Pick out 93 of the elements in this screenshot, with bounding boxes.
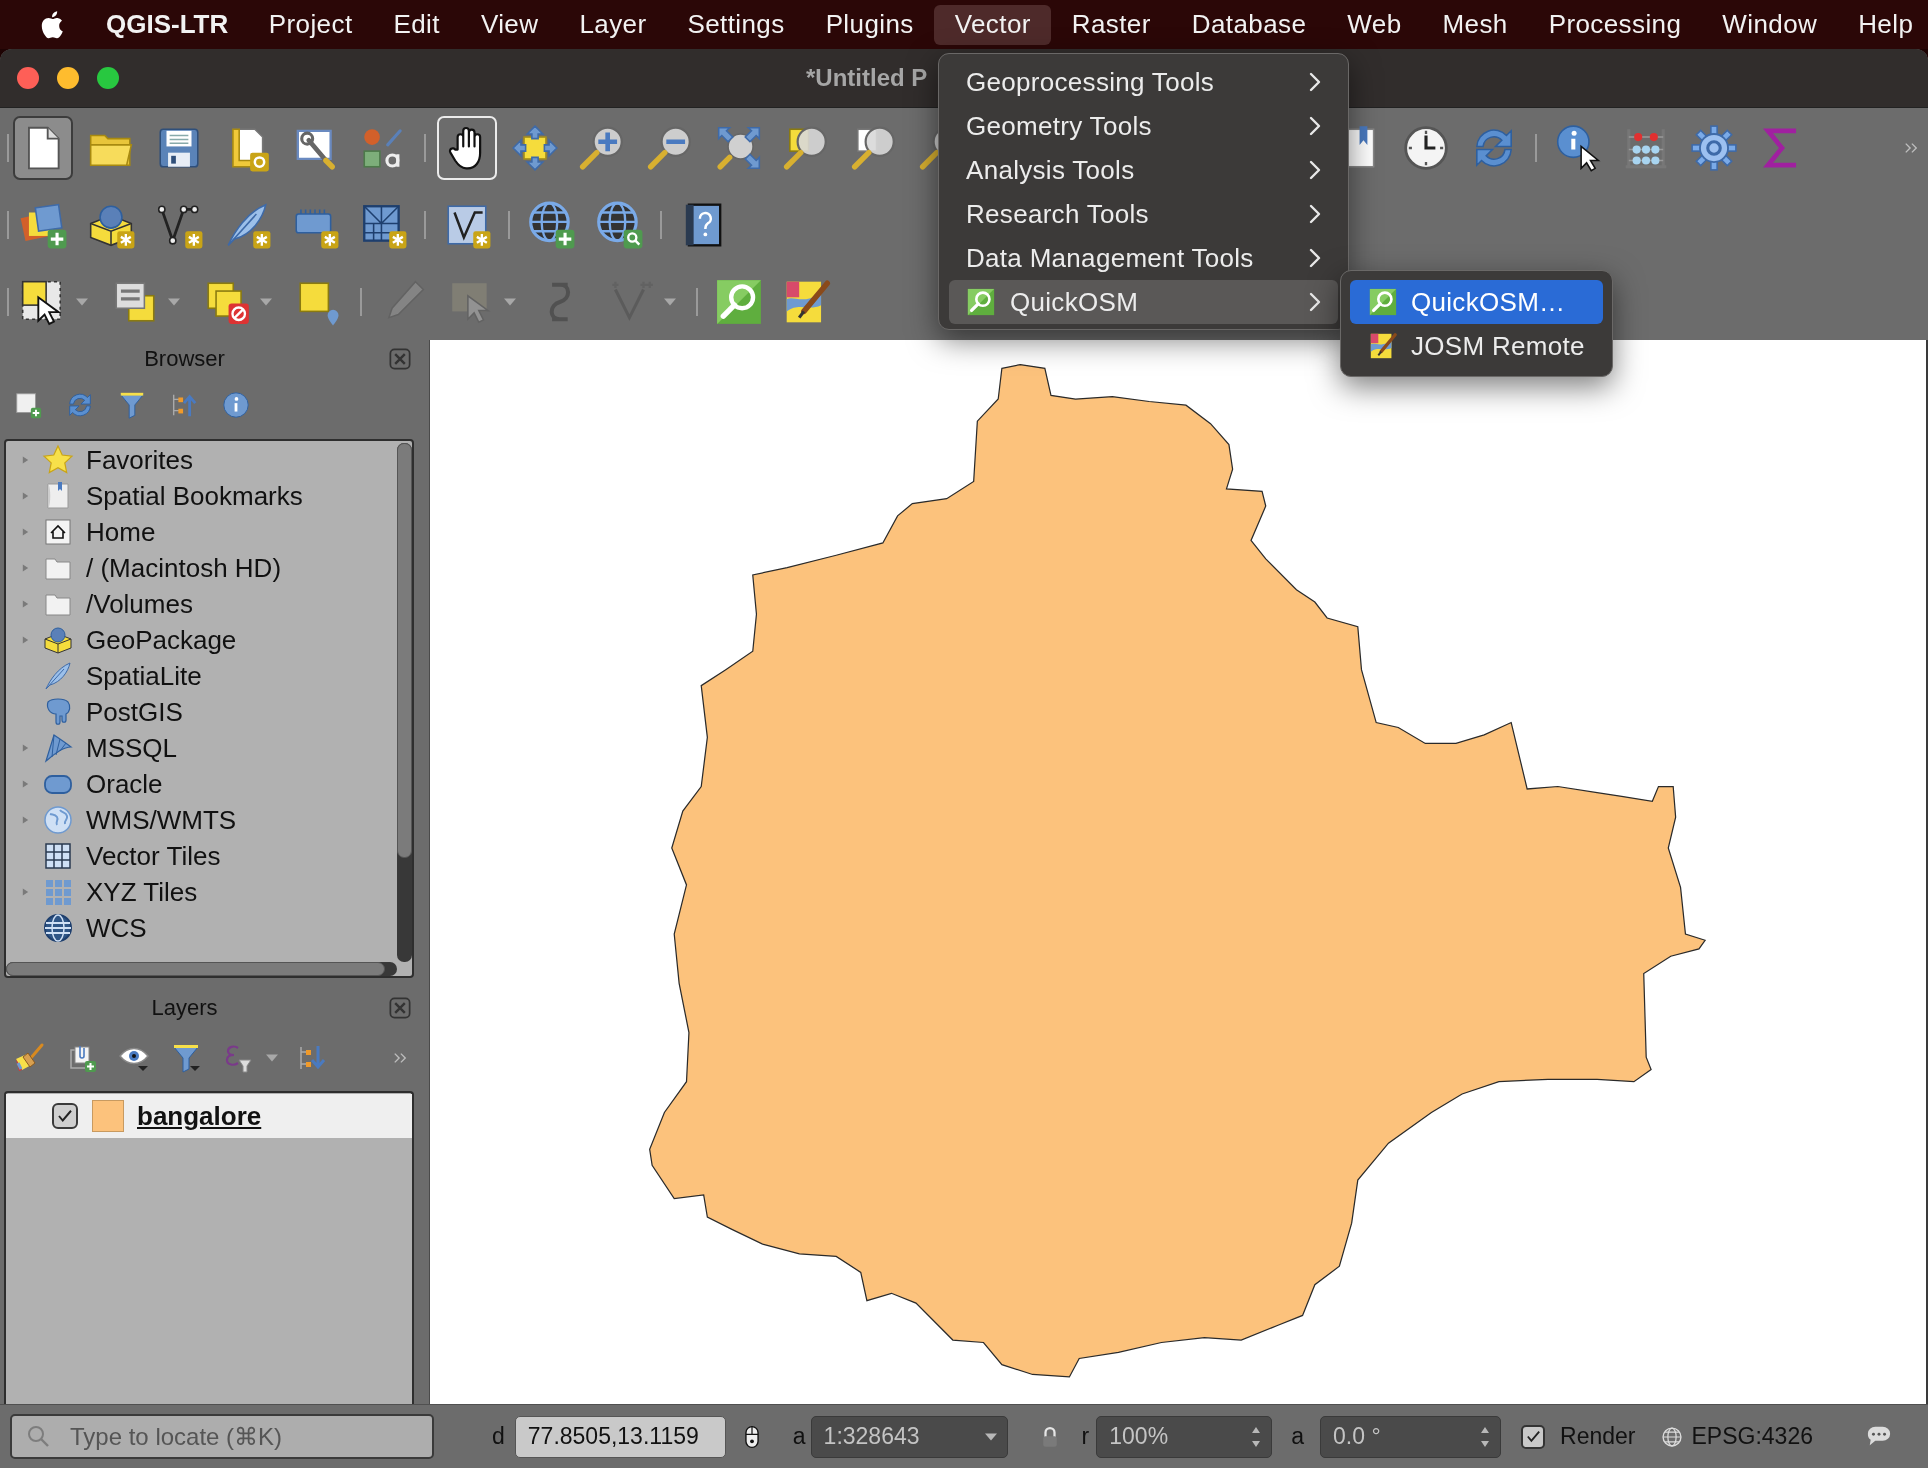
menu-item[interactable]: Data Management Tools (949, 236, 1338, 280)
menu-bar-item[interactable]: View (460, 4, 559, 45)
browser-item[interactable]: WCS (86, 912, 147, 944)
scrollbar-thumb[interactable] (397, 443, 412, 859)
globe-icon (42, 804, 74, 836)
locator-field[interactable]: Type to locate (⌘K) (10, 1414, 434, 1459)
box-globe-icon (42, 624, 74, 656)
layer-name[interactable]: bangalore (137, 1100, 262, 1132)
extension-chevron-icon[interactable] (393, 1050, 407, 1066)
caret-icon[interactable] (168, 297, 180, 306)
app-menu[interactable]: QGIS-LTR (86, 9, 249, 40)
magnifier-spinbox[interactable]: 100% (1096, 1415, 1273, 1458)
browser-item[interactable]: Favorites (86, 444, 193, 476)
window-title: *Untitled P (806, 64, 928, 92)
close-icon[interactable] (389, 348, 411, 370)
menu-bar-item[interactable]: Edit (373, 4, 461, 45)
menu-bar-item[interactable]: Database (1171, 4, 1327, 45)
browser-item[interactable]: Oracle (86, 768, 163, 800)
search-tile-icon (1368, 287, 1398, 317)
info-icon[interactable] (221, 390, 251, 420)
menu-bar-item[interactable]: Mesh (1422, 4, 1529, 45)
menu-bar-item[interactable]: Web (1326, 4, 1422, 45)
gear-icon[interactable] (1689, 122, 1739, 173)
checkmark-icon (56, 1107, 74, 1125)
window-zoom-icon[interactable] (97, 67, 119, 89)
menu-bar-item[interactable]: Settings (666, 4, 806, 45)
menu-item[interactable]: Analysis Tools (949, 148, 1338, 192)
star-icon (42, 444, 74, 476)
panel-title: Layers (151, 995, 218, 1020)
caret-icon[interactable] (266, 1054, 278, 1062)
sail-icon (42, 732, 74, 764)
window-close-icon[interactable] (17, 67, 39, 89)
menu-item[interactable]: JOSM Remote (1350, 324, 1603, 368)
menu-item[interactable]: Geoprocessing Tools (949, 60, 1338, 104)
filter-icon[interactable] (170, 1042, 202, 1074)
map-pencil-icon (1368, 331, 1398, 361)
browser-item[interactable]: Vector Tiles (86, 840, 221, 872)
visibility-checkbox[interactable] (52, 1103, 78, 1129)
filter-icon[interactable] (117, 390, 147, 420)
square-plus-icon[interactable] (13, 390, 43, 420)
checkmark-icon (1524, 1428, 1542, 1445)
browser-item[interactable]: WMS/WMTS (86, 804, 237, 836)
house-icon (42, 516, 74, 548)
browser-item[interactable]: SpatiaLite (86, 660, 202, 692)
panel-title: Browser (144, 346, 225, 371)
crs-button[interactable]: EPSG:4326 (1660, 1423, 1813, 1450)
menu-bar-item[interactable]: Vector (934, 4, 1052, 45)
browser-item[interactable]: / (Macintosh HD) (86, 552, 282, 584)
scale-label: a (792, 1423, 806, 1450)
apple-icon[interactable] (40, 10, 65, 39)
globe-icon (42, 912, 74, 944)
globe-plus-icon[interactable] (526, 199, 576, 250)
menu-bar-item[interactable]: Help (1837, 4, 1928, 45)
rotation-label: a (1291, 1423, 1305, 1450)
paintbrush-icon[interactable] (14, 1042, 46, 1074)
browser-item[interactable]: XYZ Tiles (86, 876, 198, 908)
magnifier-label: r (1081, 1423, 1090, 1450)
caret-icon[interactable] (76, 297, 88, 306)
menu-item[interactable]: QuickOSM (949, 280, 1338, 324)
browser-item[interactable]: Spatial Bookmarks (86, 480, 303, 512)
rotation-spinbox[interactable]: 0.0 ° (1320, 1415, 1502, 1458)
scale-dropdown[interactable]: 1:328643 (810, 1415, 1008, 1458)
menu-bar-item[interactable]: Window (1701, 4, 1838, 45)
render-checkbox[interactable] (1521, 1424, 1546, 1449)
menu-bar-item[interactable]: Plugins (805, 4, 935, 45)
menu-item[interactable]: Research Tools (949, 192, 1338, 236)
browser-item[interactable]: PostGIS (86, 696, 183, 728)
menu-bar-item[interactable]: Processing (1528, 4, 1702, 45)
caret-icon[interactable] (260, 297, 272, 306)
menu-bar-item[interactable]: Layer (558, 4, 667, 45)
grid-icon (42, 840, 74, 872)
render-label[interactable]: Render (1560, 1423, 1636, 1450)
menu-bar-item[interactable]: Project (248, 4, 373, 45)
toolbar-button[interactable] (13, 115, 73, 180)
search-icon (26, 1424, 50, 1448)
menu-bar-item[interactable]: Raster (1051, 4, 1172, 45)
browser-item[interactable]: Home (86, 516, 156, 548)
browser-item[interactable]: GeoPackage (86, 624, 237, 656)
layer-row[interactable]: bangalore (6, 1094, 412, 1138)
window-minimize-icon[interactable] (57, 67, 79, 89)
globe-search-icon[interactable] (594, 199, 644, 250)
search-tile-icon (966, 287, 996, 317)
browser-item[interactable]: MSSQL (86, 732, 178, 764)
caret-icon (984, 1432, 997, 1441)
coordinate-label: d (492, 1423, 505, 1450)
close-icon[interactable] (389, 997, 411, 1019)
globe-icon (1660, 1425, 1683, 1448)
scrollbar[interactable] (397, 443, 412, 962)
coordinate-field[interactable]: 77.8505,13.1159 (514, 1415, 726, 1458)
menu-item[interactable]: QuickOSM… (1350, 280, 1603, 324)
browser-item[interactable]: /Volumes (86, 588, 193, 620)
menu-item[interactable]: Geometry Tools (949, 104, 1338, 148)
feather-icon (42, 660, 74, 692)
